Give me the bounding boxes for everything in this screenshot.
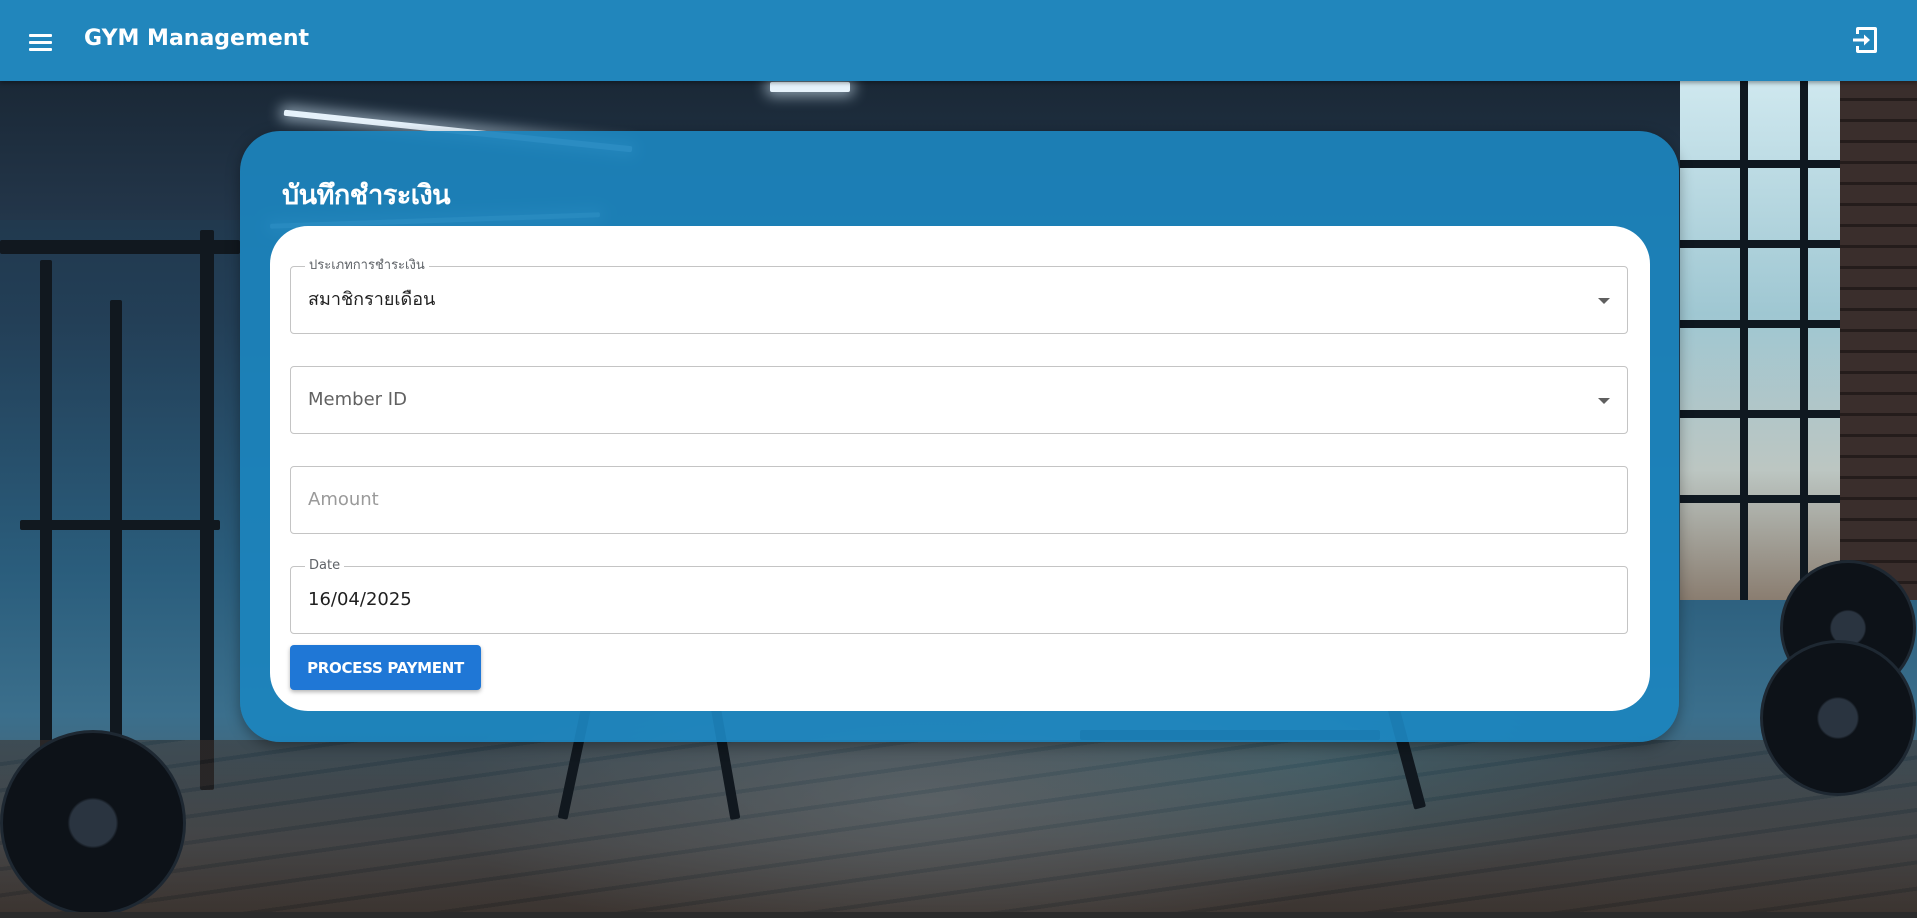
logout-button[interactable] — [1850, 24, 1880, 56]
payment-type-value: สมาชิกรายเดือน — [308, 289, 436, 310]
date-input[interactable]: Date 16/04/2025 — [290, 558, 1628, 634]
payment-card: บันทึกชำระเงิน ประเภทการชำระเงิน สมาชิกร… — [240, 131, 1679, 742]
date-label: Date — [305, 558, 345, 574]
menu-button[interactable] — [22, 24, 58, 60]
app-title: GYM Management — [84, 26, 309, 51]
date-value: 16/04/2025 — [308, 589, 412, 610]
payment-type-label: ประเภทการชำระเงิน — [305, 258, 429, 274]
process-payment-button[interactable]: PROCESS PAYMENT — [290, 645, 481, 690]
menu-icon — [28, 33, 52, 37]
bottom-edge — [0, 912, 1917, 918]
amount-input[interactable]: Amount — [290, 466, 1628, 534]
member-id-placeholder: Member ID — [308, 389, 407, 410]
amount-placeholder: Amount — [308, 489, 379, 510]
logout-icon — [1853, 27, 1877, 53]
chevron-down-icon — [1598, 298, 1610, 304]
top-app-bar: GYM Management — [0, 0, 1917, 81]
page-title: บันทึกชำระเงิน — [282, 180, 451, 211]
payment-type-select[interactable]: ประเภทการชำระเงิน สมาชิกรายเดือน — [290, 258, 1628, 334]
payment-form: ประเภทการชำระเงิน สมาชิกรายเดือน Member … — [270, 226, 1650, 711]
chevron-down-icon — [1598, 398, 1610, 404]
app-root: GYM Management บันทึกชำระเงิน ประเภทการช… — [0, 0, 1917, 918]
member-id-select[interactable]: Member ID — [290, 366, 1628, 434]
